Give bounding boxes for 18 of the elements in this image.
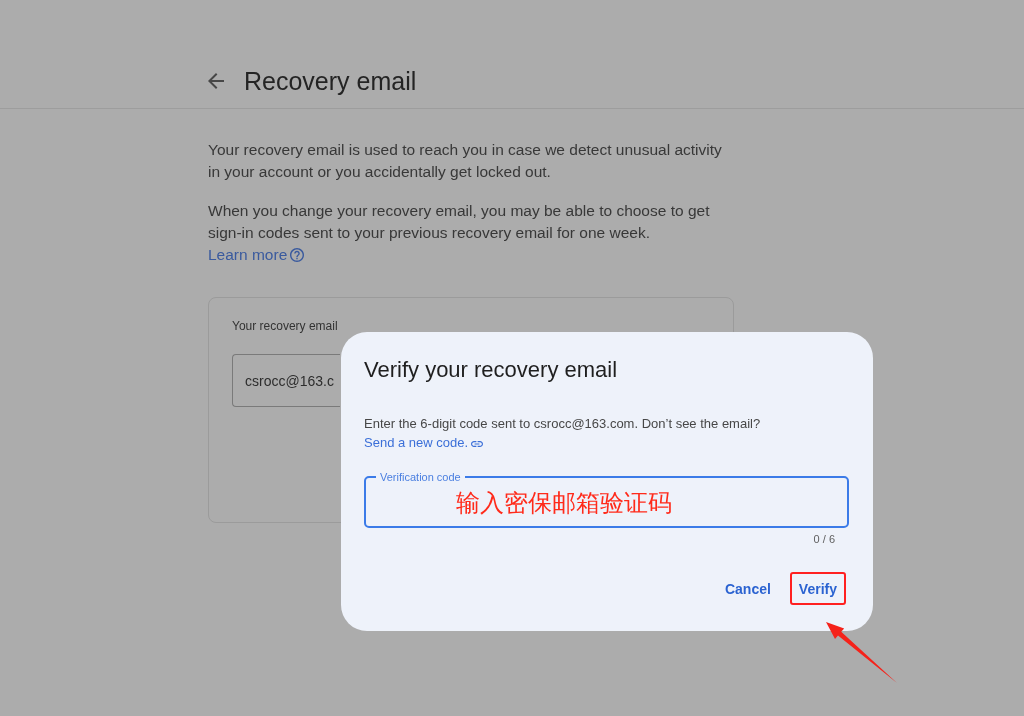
email-field[interactable]: csrocc@163.c (232, 354, 340, 407)
send-code-link[interactable]: Send a new code. (364, 435, 484, 450)
page-title: Recovery email (244, 66, 417, 96)
dialog-button[interactable]: Cancel (715, 572, 780, 605)
field-label: Verification code (376, 470, 465, 484)
learn-more-link[interactable]: Learn more (208, 244, 305, 266)
description-text: Your recovery email is used to reach you in case we detect unusual activity in your account or you accidentally get locked out. (208, 140, 723, 182)
field-label: Your recovery email (232, 319, 338, 334)
description-text: When you change your recovery email, you may be able to choose to get sign-in codes sent to your previous recovery email for one week. (208, 201, 711, 243)
character-counter: 0 / 6 (813, 532, 835, 546)
back-button[interactable] (208, 73, 224, 89)
link-icon (471, 440, 484, 447)
back-arrow-icon (208, 73, 224, 89)
help-icon (290, 248, 305, 262)
dialog-button[interactable]: Verify (789, 572, 846, 605)
annotation-text: 输入密保邮箱验证码 (456, 489, 672, 517)
dialog-message: Enter the 6-digit code sent to csrocc@163.com. Don’t see the email? Send a new code. (364, 415, 762, 452)
dialog-title: Verify your recovery email (364, 356, 619, 383)
